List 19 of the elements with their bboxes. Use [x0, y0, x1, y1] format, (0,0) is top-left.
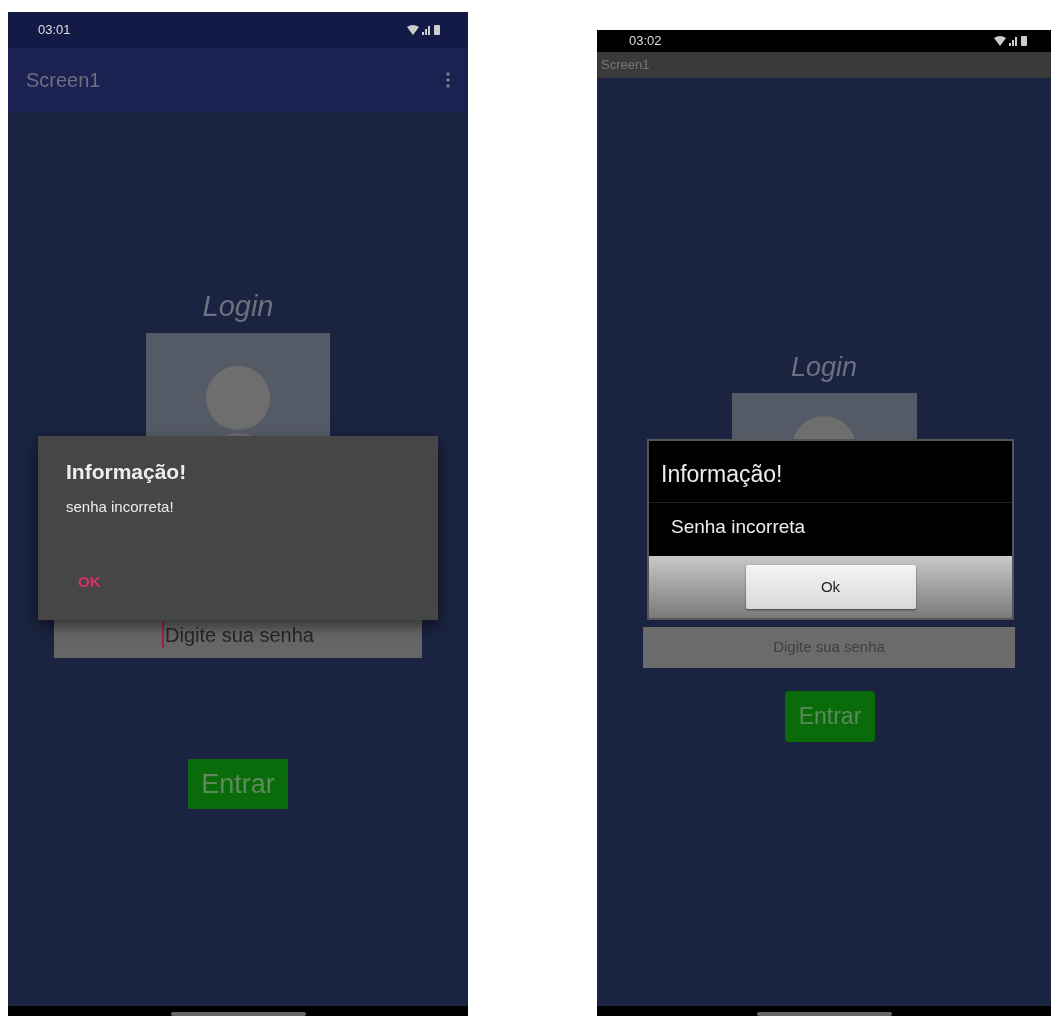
- enter-button[interactable]: Entrar: [188, 759, 288, 809]
- home-handle[interactable]: [170, 1012, 306, 1016]
- status-time: 03:01: [38, 21, 71, 40]
- dialog-message: senha incorreta!: [66, 497, 175, 517]
- dialog-title: Informação!: [66, 459, 188, 485]
- enter-button[interactable]: Entrar: [785, 691, 875, 742]
- app-title: Screen1: [601, 56, 650, 75]
- login-heading: Login: [790, 351, 858, 383]
- menu-icon[interactable]: [446, 72, 450, 88]
- home-handle[interactable]: [756, 1012, 892, 1016]
- ok-button[interactable]: OK: [66, 566, 113, 597]
- login-heading: Login: [202, 289, 274, 323]
- status-icons: [406, 24, 442, 36]
- status-time: 03:02: [629, 32, 662, 51]
- app-title: Screen1: [26, 68, 101, 93]
- ok-button[interactable]: Ok: [745, 565, 916, 609]
- dialog-title: Informação!: [649, 441, 1012, 503]
- dialog-message: Senha incorreta: [670, 514, 807, 539]
- status-icons: [993, 35, 1029, 47]
